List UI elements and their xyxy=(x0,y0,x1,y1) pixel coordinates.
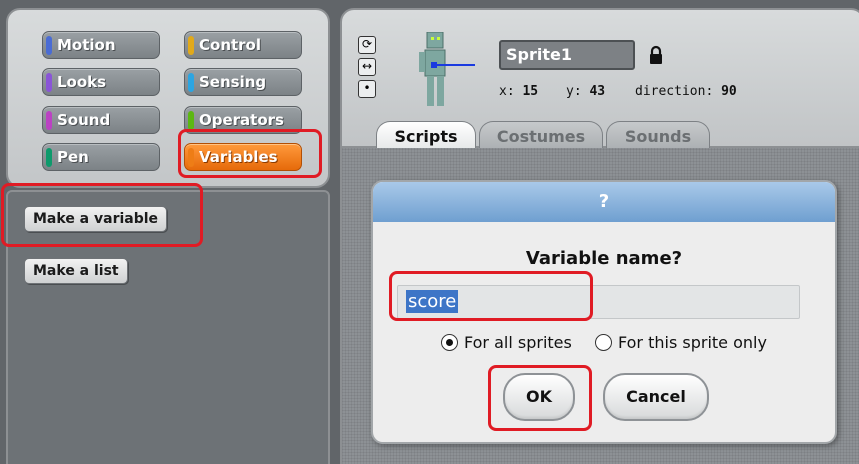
category-label: Sensing xyxy=(199,73,267,91)
sprite-info-panel: ⟳ ↔ • Sprite1 x: 15 y: 43 direction: 90 … xyxy=(340,8,859,152)
looks-color-swatch xyxy=(46,73,52,92)
sprite-name-field[interactable]: Sprite1 xyxy=(499,40,635,70)
category-label: Looks xyxy=(57,73,107,91)
cancel-button[interactable]: Cancel xyxy=(603,373,709,421)
highlight-make-variable xyxy=(1,183,203,247)
category-pen[interactable]: Pen xyxy=(42,143,160,171)
category-sound[interactable]: Sound xyxy=(42,106,160,134)
sprite-thumbnail-icon xyxy=(419,32,475,106)
category-looks[interactable]: Looks xyxy=(42,68,160,96)
y-value: 43 xyxy=(589,84,606,99)
pen-color-swatch xyxy=(46,148,52,167)
category-label: Operators xyxy=(199,111,284,129)
sprite-direction: direction: 90 xyxy=(635,84,737,99)
dont-rotate-icon[interactable]: • xyxy=(358,80,376,98)
dialog-prompt: Variable name? xyxy=(525,248,683,269)
radio-unselected-icon xyxy=(595,334,612,351)
category-label: Pen xyxy=(57,148,89,166)
motion-color-swatch xyxy=(46,36,52,55)
highlight-variables-category xyxy=(178,129,322,178)
x-value: 15 xyxy=(522,84,539,99)
can-rotate-icon[interactable]: ⟳ xyxy=(358,36,376,54)
sprite-x-coord: x: 15 xyxy=(499,84,538,99)
x-label: x: xyxy=(499,84,515,99)
highlight-ok-button xyxy=(488,365,592,431)
dialog-title: ? xyxy=(373,182,835,222)
category-label: Sound xyxy=(57,111,111,129)
direction-value: 90 xyxy=(721,84,737,99)
flip-only-icon[interactable]: ↔ xyxy=(358,58,376,76)
radio-selected-icon xyxy=(441,334,458,351)
radio-label: For this sprite only xyxy=(618,333,767,352)
control-color-swatch xyxy=(188,36,194,55)
radio-for-all-sprites[interactable]: For all sprites xyxy=(441,333,572,352)
category-sensing[interactable]: Sensing xyxy=(184,68,302,96)
sound-color-swatch xyxy=(46,111,52,130)
y-label: y: xyxy=(566,84,582,99)
radio-for-this-sprite-only[interactable]: For this sprite only xyxy=(595,333,767,352)
radio-label: For all sprites xyxy=(464,333,572,352)
make-list-button[interactable]: Make a list xyxy=(24,258,128,284)
category-label: Motion xyxy=(57,36,116,54)
category-label: Control xyxy=(199,36,262,54)
direction-label: direction: xyxy=(635,84,714,99)
sensing-color-swatch xyxy=(188,73,194,92)
scratch-editor: Motion Control Looks Sensing Sound Opera… xyxy=(0,0,859,464)
highlight-name-input xyxy=(389,271,593,321)
operators-color-swatch xyxy=(188,111,194,130)
category-motion[interactable]: Motion xyxy=(42,31,160,59)
category-control[interactable]: Control xyxy=(184,31,302,59)
sprite-y-coord: y: 43 xyxy=(566,84,605,99)
lock-icon[interactable] xyxy=(648,45,664,65)
